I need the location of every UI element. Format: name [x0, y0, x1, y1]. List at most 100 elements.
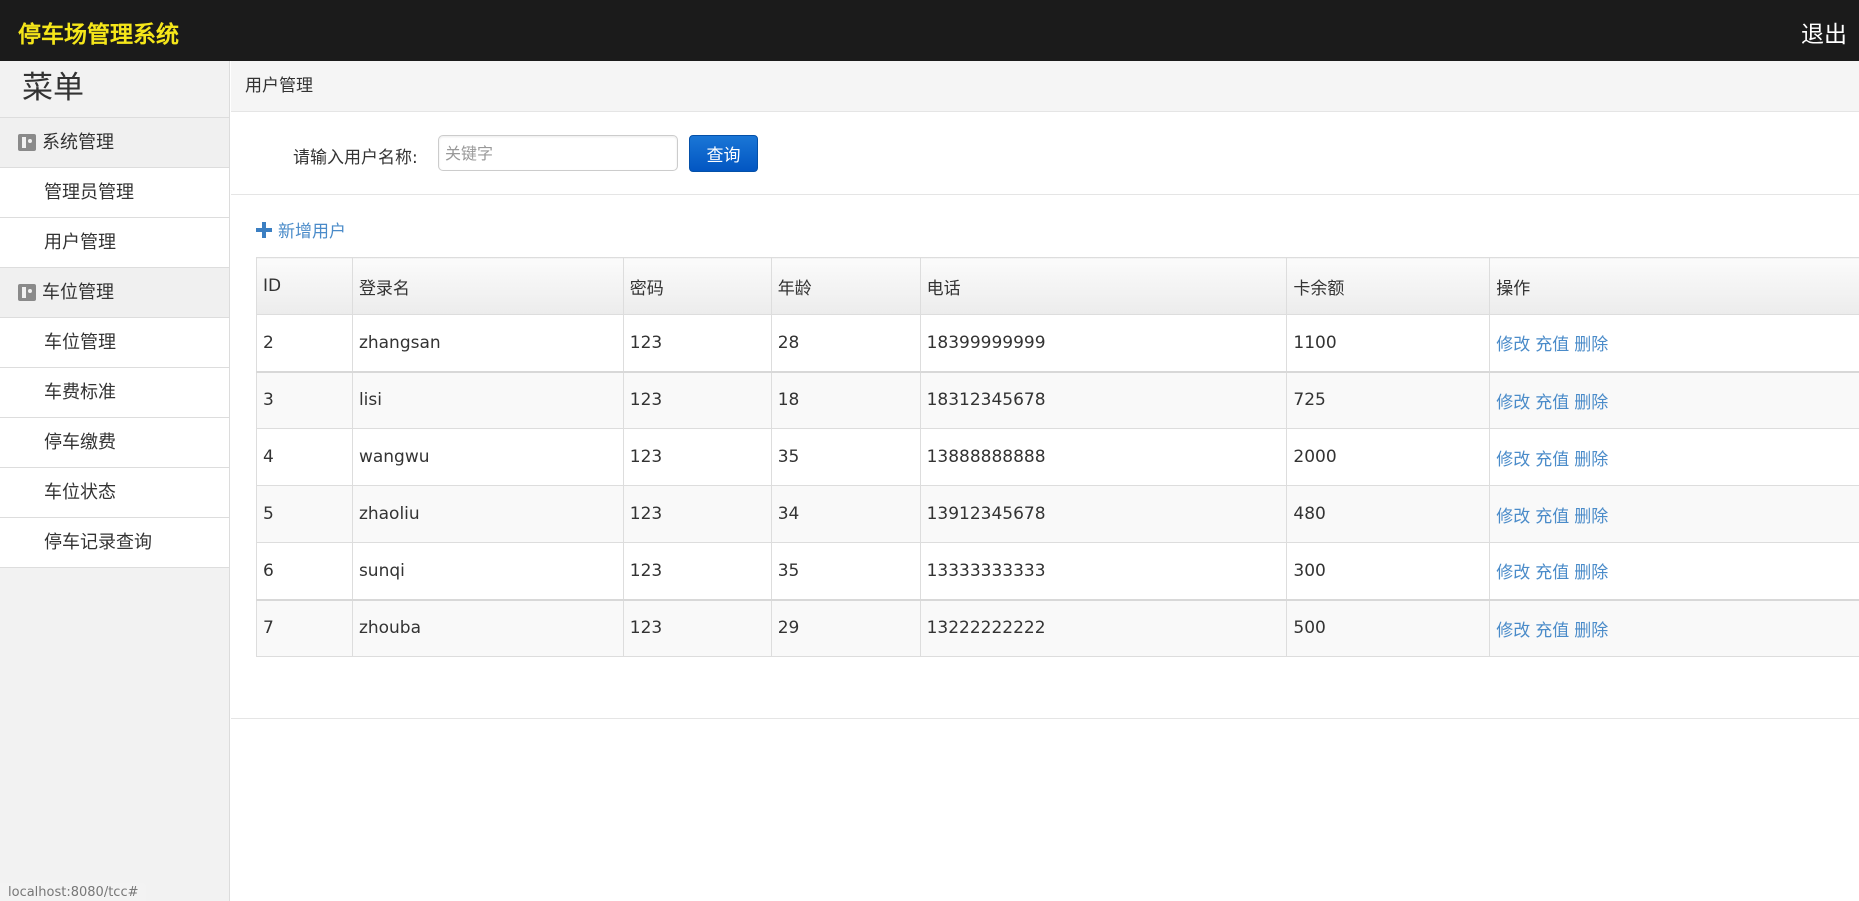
plus-icon: [256, 221, 272, 238]
table-row: 5 zhaoliu 123 34 13912345678 480 修改 充值 删除: [256, 485, 1859, 543]
cell-id: 4: [256, 428, 353, 486]
cell-age: 18: [770, 370, 921, 429]
cell-age: 35: [770, 428, 921, 486]
search-bar: 请输入用户名称: 查询: [231, 113, 1859, 195]
cell-actions: 修改 充值 删除: [1489, 428, 1859, 486]
users-table-container: ID 登录名 密码 年龄 电话 卡余额 操作 2 zhangsan 123 28…: [256, 257, 1859, 657]
search-button[interactable]: 查询: [689, 135, 758, 172]
sidebar-item-user-management[interactable]: 用户管理: [0, 218, 229, 268]
recharge-link[interactable]: 充值: [1535, 621, 1569, 641]
cell-actions: 修改 充值 删除: [1489, 542, 1859, 600]
sidebar-item-space-management[interactable]: 车位管理: [0, 318, 229, 368]
sidebar-item-space-status[interactable]: 车位状态: [0, 468, 229, 518]
table-header-row: ID 登录名 密码 年龄 电话 卡余额 操作: [256, 257, 1859, 315]
logout-link[interactable]: 退出: [1801, 15, 1847, 49]
cell-login: wangwu: [351, 428, 624, 486]
cell-password: 123: [622, 542, 772, 600]
cell-password: 123: [622, 598, 772, 657]
sidebar-item-parking-records[interactable]: 停车记录查询: [0, 518, 229, 568]
cell-phone: 18399999999: [919, 314, 1288, 372]
cell-id: 5: [256, 485, 353, 543]
recharge-link[interactable]: 充值: [1535, 450, 1569, 470]
top-navbar: 停车场管理系统 退出: [0, 0, 1859, 61]
cell-password: 123: [622, 370, 772, 429]
recharge-link[interactable]: 充值: [1535, 563, 1569, 583]
delete-link[interactable]: 删除: [1574, 563, 1608, 583]
cell-phone: 18312345678: [919, 370, 1288, 429]
column-header-id: ID: [256, 257, 353, 315]
cell-actions: 修改 充值 删除: [1489, 598, 1859, 657]
contact-card-icon: [18, 134, 36, 151]
cell-balance: 2000: [1286, 428, 1491, 486]
sidebar-group-system[interactable]: 系统管理: [0, 118, 229, 168]
cell-login: zhaoliu: [351, 485, 624, 543]
cell-id: 6: [256, 542, 353, 600]
cell-password: 123: [622, 485, 772, 543]
sidebar-group-label: 车位管理: [42, 281, 114, 303]
column-header-login: 登录名: [351, 257, 624, 315]
cell-phone: 13888888888: [919, 428, 1288, 486]
cell-actions: 修改 充值 删除: [1489, 485, 1859, 543]
table-row: 2 zhangsan 123 28 18399999999 1100 修改 充值删…: [256, 314, 1859, 372]
cell-phone: 13222222222: [919, 598, 1288, 657]
app-title: 停车场管理系统: [18, 22, 179, 48]
cell-balance: 1100: [1286, 314, 1491, 372]
cell-age: 29: [770, 598, 921, 657]
cell-phone: 13912345678: [919, 485, 1288, 543]
delete-link[interactable]: 删除: [1574, 450, 1608, 470]
cell-login: lisi: [351, 370, 624, 429]
cell-age: 28: [770, 314, 921, 372]
column-header-balance: 卡余额: [1286, 257, 1491, 315]
cell-balance: 725: [1286, 370, 1491, 429]
cell-age: 34: [770, 485, 921, 543]
cell-login: sunqi: [351, 542, 624, 600]
recharge-link[interactable]: 充值: [1535, 507, 1569, 527]
delete-link[interactable]: 删除: [1574, 507, 1608, 527]
contact-card-icon: [18, 284, 36, 301]
search-label: 请输入用户名称:: [293, 148, 418, 168]
edit-link[interactable]: 修改: [1496, 450, 1530, 470]
sidebar-item-fee-standard[interactable]: 车费标准: [0, 368, 229, 418]
cell-id: 7: [256, 598, 353, 657]
column-header-actions: 操作: [1489, 257, 1859, 315]
cell-password: 123: [622, 428, 772, 486]
table-row: 3 lisi 123 18 18312345678 725 修改 充值 删除: [256, 370, 1859, 429]
search-input[interactable]: [438, 135, 678, 171]
edit-link[interactable]: 修改: [1496, 335, 1530, 355]
content-divider: [231, 718, 1859, 719]
delete-link[interactable]: 删除: [1574, 621, 1608, 641]
edit-link[interactable]: 修改: [1496, 393, 1530, 413]
cell-balance: 500: [1286, 598, 1491, 657]
users-table: ID 登录名 密码 年龄 电话 卡余额 操作 2 zhangsan 123 28…: [256, 257, 1859, 657]
cell-password: 123: [622, 314, 772, 372]
edit-link[interactable]: 修改: [1496, 507, 1530, 527]
sidebar-item-parking-payment[interactable]: 停车缴费: [0, 418, 229, 468]
recharge-link[interactable]: 充值: [1535, 393, 1569, 413]
cell-actions: 修改 充值 删除: [1489, 370, 1859, 429]
table-row: 6 sunqi 123 35 13333333333 300 修改 充值 删除: [256, 542, 1859, 600]
cell-id: 3: [256, 370, 353, 429]
sidebar-group-parking[interactable]: 车位管理: [0, 268, 229, 318]
add-user-label: 新增用户: [278, 222, 346, 242]
cell-actions: 修改 充值 删除: [1489, 314, 1859, 372]
column-header-phone: 电话: [919, 257, 1288, 315]
add-user-button[interactable]: 新增用户: [256, 217, 346, 242]
status-bar-url: localhost:8080/tcc#: [0, 883, 147, 901]
delete-link[interactable]: 删除: [1574, 335, 1608, 355]
cell-balance: 480: [1286, 485, 1491, 543]
sidebar-menu: 菜单 系统管理 管理员管理 用户管理 车位管理 车位管理 车费标准 停车缴费 车…: [0, 61, 230, 901]
edit-link[interactable]: 修改: [1496, 621, 1530, 641]
recharge-link[interactable]: 充值: [1535, 335, 1569, 355]
sidebar-group-label: 系统管理: [42, 131, 114, 153]
menu-title: 菜单: [0, 61, 229, 118]
cell-balance: 300: [1286, 542, 1491, 600]
breadcrumb: 用户管理: [231, 61, 1859, 112]
cell-login: zhouba: [351, 598, 624, 657]
sidebar-item-admin-management[interactable]: 管理员管理: [0, 168, 229, 218]
table-row: 7 zhouba 123 29 13222222222 500 修改 充值 删除: [256, 598, 1859, 657]
edit-link[interactable]: 修改: [1496, 563, 1530, 583]
cell-login: zhangsan: [351, 314, 624, 372]
cell-phone: 13333333333: [919, 542, 1288, 600]
delete-link[interactable]: 删除: [1574, 393, 1608, 413]
column-header-age: 年龄: [770, 257, 921, 315]
